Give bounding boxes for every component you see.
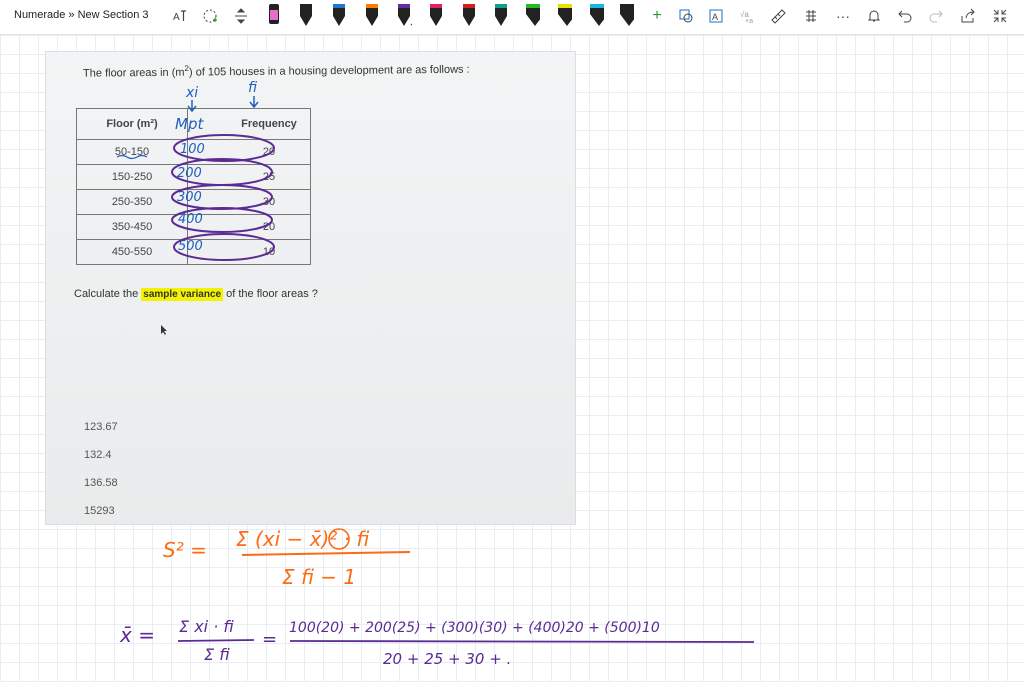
xbar-frac-den: Σ fi (204, 645, 230, 664)
xbar-lhs: x̄ = (119, 623, 155, 647)
midpoint-value: 400 (178, 212, 203, 227)
xbar-expansion: 100(20) + 200(25) + (300)(30) + (400)20 … (289, 620, 660, 636)
mpt-label: Mpt (175, 115, 204, 133)
midpoint-value: 300 (177, 190, 202, 205)
variance-formula: S² = Σ (xi − x̄)² · fi Σ fi − 1 (163, 527, 369, 589)
underline-squiggle (116, 154, 148, 160)
xi-label: xi (185, 85, 198, 101)
xbar-frac-bar-1 (177, 639, 255, 642)
xbar-equals: = (262, 629, 277, 650)
xbar-frac-bar-2 (289, 640, 755, 643)
fi-label: fi (248, 80, 257, 96)
s2-fraction-bar (241, 551, 411, 556)
xbar-frac-num: Σ xi · fi (179, 617, 234, 636)
s2-lhs: S² = (163, 538, 207, 562)
s2-denominator: Σ fi − 1 (282, 565, 356, 589)
xbar-den-sum: 20 + 25 + 30 + . (383, 650, 511, 668)
midpoint-value: 500 (178, 239, 203, 254)
ink-layer: xi fi Mpt 100 200 300 400 500 S² = Σ (xi… (116, 80, 755, 668)
down-arrows (187, 96, 259, 113)
